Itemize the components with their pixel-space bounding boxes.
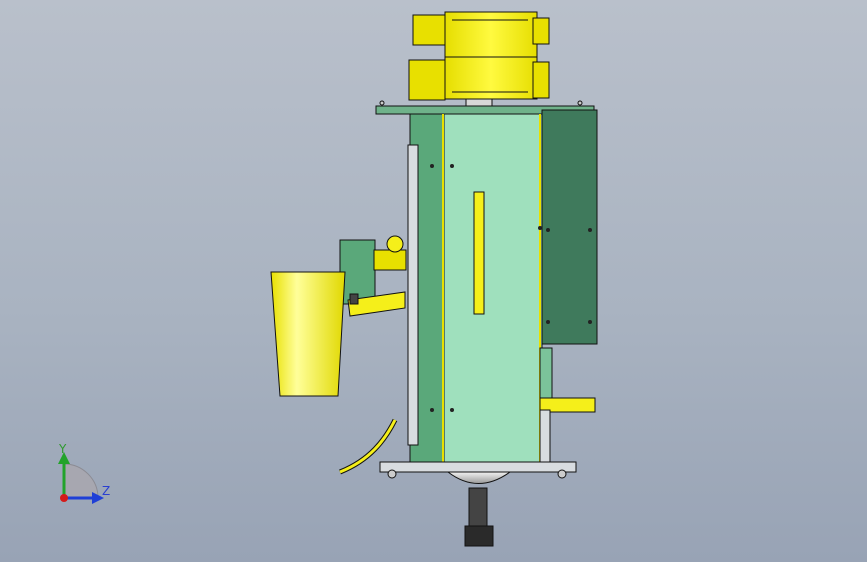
right-bracket bbox=[539, 347, 596, 471]
top-motor bbox=[408, 11, 550, 108]
z-axis-label: Z bbox=[102, 484, 111, 498]
main-housing bbox=[407, 109, 598, 469]
coordinate-triad: Y Z bbox=[50, 440, 120, 510]
assembly-drawing bbox=[270, 11, 598, 547]
y-axis-label: Y bbox=[59, 442, 67, 456]
bottom-hub bbox=[446, 471, 512, 547]
side-actuator bbox=[339, 235, 407, 317]
yellow-cup bbox=[270, 271, 346, 397]
origin-dot bbox=[60, 494, 68, 502]
